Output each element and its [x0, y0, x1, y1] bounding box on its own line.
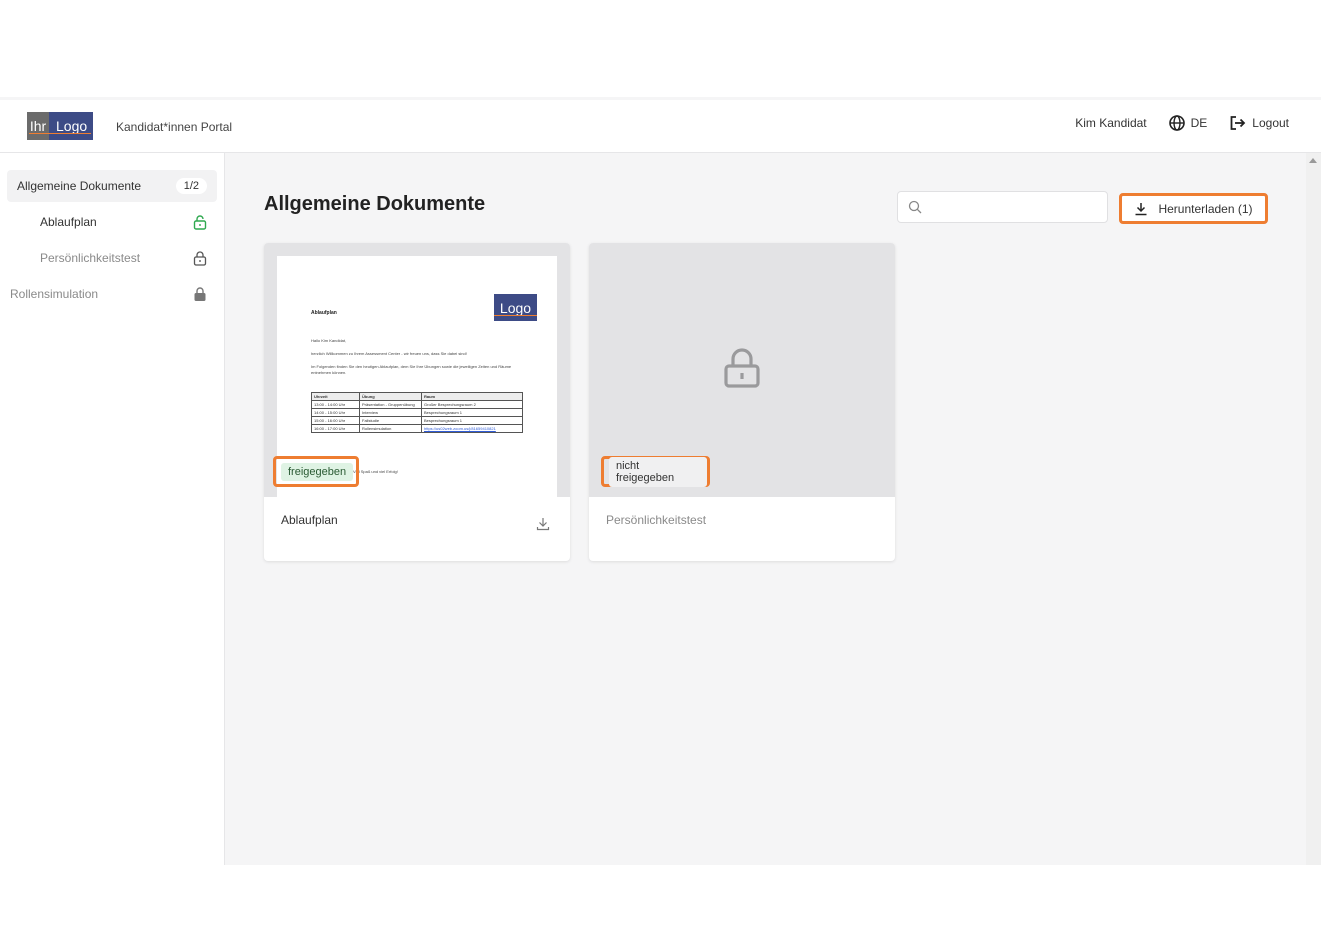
search-input[interactable]: [930, 200, 1107, 214]
sidebar-section-allgemeine-dokumente[interactable]: Allgemeine Dokumente 1/2: [7, 170, 217, 202]
download-button-label: Herunterladen (1): [1158, 201, 1253, 216]
table-header-row: Uhrzeit Übung Raum: [311, 392, 523, 401]
sidebar: Allgemeine Dokumente 1/2 Ablaufplan Pers…: [0, 153, 225, 865]
logout-button[interactable]: Logout: [1229, 115, 1289, 131]
search-box[interactable]: [897, 191, 1108, 223]
table-cell: 14:00 - 15:00 Uhr: [311, 408, 360, 417]
language-switcher[interactable]: DE: [1168, 115, 1208, 131]
table-row: 13:00 - 14:00 Uhr Präsentation - Gruppen…: [311, 400, 523, 409]
table-cell: Rollensimulation: [359, 424, 422, 433]
scroll-up-arrow[interactable]: [1309, 158, 1317, 163]
sidebar-section-label: Allgemeine Dokumente: [17, 179, 142, 193]
app-window: Ihr Logo Kandidat*innen Portal Kim Kandi…: [0, 97, 1321, 865]
search-icon: [908, 200, 922, 214]
document-card-ablaufplan[interactable]: Logo Ablaufplan Hallo Kim Kandidat, herz…: [264, 243, 570, 561]
table-cell: Präsentation - Gruppenübung: [359, 400, 422, 409]
sidebar-item-rollensimulation[interactable]: Rollensimulation: [7, 278, 217, 310]
table-cell: Interview: [359, 408, 422, 417]
table-row: 15:00 - 16:00 Uhr Fallstudie Besprechung…: [311, 416, 523, 425]
table-cell: 13:00 - 14:00 Uhr: [311, 400, 360, 409]
preview-line2: Im Folgenden finden Sie den heutigen Abl…: [311, 364, 512, 375]
download-icon[interactable]: [536, 517, 550, 531]
sidebar-item-ablaufplan[interactable]: Ablaufplan: [7, 206, 217, 238]
portal-title: Kandidat*innen Portal: [116, 120, 233, 134]
download-button[interactable]: Herunterladen (1): [1119, 193, 1268, 224]
lock-icon: [193, 250, 207, 266]
table-cell: 15:00 - 16:00 Uhr: [311, 416, 360, 425]
table-header-cell: Uhrzeit: [311, 392, 360, 401]
logo-text-right: Logo: [56, 118, 88, 134]
logout-icon: [1230, 116, 1246, 130]
table-cell: Besprechungsraum 1: [421, 416, 523, 425]
table-header-cell: Raum: [421, 392, 523, 401]
status-badge-not-released: nicht freigegeben: [609, 456, 707, 487]
table-row: 16:00 - 17:00 Uhr Rollensimulation https…: [311, 424, 523, 433]
preview-logo: Logo: [494, 294, 537, 321]
brand-logo[interactable]: Ihr Logo: [27, 112, 93, 140]
status-badge-released: freigegeben: [281, 462, 354, 481]
document-card-persoenlichkeitstest[interactable]: nicht freigegeben Persönlichkeitstest: [589, 243, 895, 561]
download-icon: [1135, 202, 1147, 215]
globe-icon: [1168, 115, 1185, 131]
status-highlight: nicht freigegeben: [601, 456, 710, 487]
vertical-scrollbar[interactable]: [1306, 153, 1321, 865]
zoom-link: https://us02web.zoom.us/j/81659410821: [424, 426, 496, 431]
preview-line1: herzlich Willkommen zu Ihrem Assessment …: [311, 351, 467, 356]
header-actions: Kim Kandidat DE Logout: [1075, 115, 1289, 131]
preview-schedule-table: Uhrzeit Übung Raum 13:00 - 14:00 Uhr Prä…: [311, 392, 523, 433]
table-cell: Großer Besprechungsraum 2: [421, 400, 523, 409]
sidebar-item-label: Rollensimulation: [10, 287, 99, 301]
sidebar-item-label: Ablaufplan: [40, 215, 97, 229]
logo-underline: [29, 133, 91, 134]
language-label: DE: [1190, 116, 1208, 130]
lock-filled-icon: [194, 286, 206, 301]
sidebar-item-persoenlichkeitstest[interactable]: Persönlichkeitstest: [7, 242, 217, 274]
document-thumbnail: nicht freigegeben: [589, 243, 895, 497]
section-count-badge: 1/2: [175, 178, 207, 194]
preview-greeting: Hallo Kim Kandidat,: [311, 338, 347, 343]
table-header-cell: Übung: [359, 392, 422, 401]
table-cell: Besprechungsraum 1: [421, 408, 523, 417]
lock-icon: [724, 348, 760, 388]
top-header: Ihr Logo Kandidat*innen Portal Kim Kandi…: [0, 100, 1321, 153]
page-title: Allgemeine Dokumente: [264, 193, 486, 215]
table-cell: https://us02web.zoom.us/j/81659410821: [421, 424, 523, 433]
preview-title: Ablaufplan: [311, 310, 337, 316]
document-name: Persönlichkeitstest: [606, 513, 707, 527]
document-thumbnail[interactable]: Logo Ablaufplan Hallo Kim Kandidat, herz…: [264, 243, 570, 497]
logo-text-left: Ihr: [27, 112, 49, 140]
logout-label: Logout: [1252, 116, 1289, 130]
preview-closing: Viel Spaß und viel Erfolg!: [353, 469, 398, 474]
unlocked-icon: [193, 214, 207, 230]
table-cell: Fallstudie: [359, 416, 422, 425]
sidebar-item-label: Persönlichkeitstest: [40, 251, 141, 265]
table-row: 14:00 - 15:00 Uhr Interview Besprechungs…: [311, 408, 523, 417]
user-name: Kim Kandidat: [1075, 116, 1147, 130]
status-highlight: freigegeben: [273, 456, 359, 487]
table-cell: 16:00 - 17:00 Uhr: [311, 424, 360, 433]
document-name: Ablaufplan: [281, 513, 338, 527]
